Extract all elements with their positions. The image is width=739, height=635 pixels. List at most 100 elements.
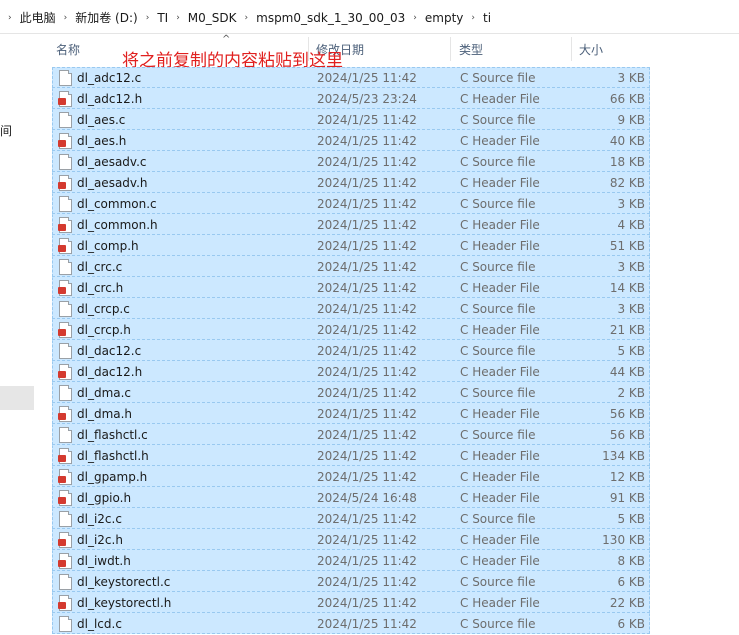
file-size: 134 KB <box>602 449 645 463</box>
c-header-file-icon <box>58 280 72 296</box>
file-name[interactable]: dl_lcd.c <box>77 617 122 631</box>
file-name[interactable]: dl_dma.h <box>77 407 132 421</box>
file-name[interactable]: dl_gpio.h <box>77 491 131 505</box>
column-divider[interactable] <box>571 37 572 61</box>
breadcrumb-item-this-pc[interactable]: 此电脑 <box>20 9 56 26</box>
file-row[interactable]: dl_lcd.c 2024/1/25 11:42 C Source file 6 KB <box>52 613 650 634</box>
file-row[interactable]: dl_comp.h 2024/1/25 11:42 C Header File 51 … <box>52 235 650 256</box>
file-name[interactable]: dl_aes.h <box>77 134 126 148</box>
column-header-size[interactable]: 大小 <box>579 41 603 58</box>
file-type: C Source file <box>460 344 536 358</box>
file-row[interactable]: dl_common.h 2024/1/25 11:42 C Header File 4… <box>52 214 650 235</box>
c-header-file-icon <box>58 448 72 464</box>
file-row[interactable]: dl_crcp.h 2024/1/25 11:42 C Header File 21 … <box>52 319 650 340</box>
file-type: C Source file <box>460 386 536 400</box>
file-row[interactable]: dl_gpio.h 2024/5/24 16:48 C Header File 91 … <box>52 487 650 508</box>
chevron-right-icon[interactable]: › <box>413 13 417 23</box>
file-name[interactable]: dl_keystorectl.h <box>77 596 171 610</box>
breadcrumb-item-m0-sdk[interactable]: M0_SDK <box>188 11 237 25</box>
c-header-file-icon <box>58 406 72 422</box>
file-row[interactable]: dl_i2c.c 2024/1/25 11:42 C Source file 5 KB <box>52 508 650 529</box>
chevron-right-icon[interactable]: › <box>8 13 12 23</box>
file-name[interactable]: dl_flashctl.c <box>77 428 148 442</box>
breadcrumb-item-ti[interactable]: ti <box>483 11 491 25</box>
file-type: C Header File <box>460 554 540 568</box>
file-name[interactable]: dl_iwdt.h <box>77 554 131 568</box>
file-type: C Source file <box>460 512 536 526</box>
address-bar[interactable]: › 此电脑 › 新加卷 (D:) › TI › M0_SDK › mspm0_s… <box>0 0 739 34</box>
file-name[interactable]: dl_comp.h <box>77 239 139 253</box>
file-name[interactable]: dl_aes.c <box>77 113 125 127</box>
c-header-file-icon <box>58 532 72 548</box>
file-name[interactable]: dl_common.h <box>77 218 158 232</box>
file-size: 82 KB <box>609 176 645 190</box>
file-type: C Source file <box>460 302 536 316</box>
breadcrumb-item-drive-d[interactable]: 新加卷 (D:) <box>75 9 137 26</box>
file-row[interactable]: dl_dma.h 2024/1/25 11:42 C Header File 56 K… <box>52 403 650 424</box>
file-name[interactable]: dl_dac12.h <box>77 365 142 379</box>
file-name[interactable]: dl_adc12.h <box>77 92 142 106</box>
breadcrumb-item-empty[interactable]: empty <box>425 11 464 25</box>
file-type: C Header File <box>460 323 540 337</box>
chevron-right-icon[interactable]: › <box>146 13 150 23</box>
breadcrumb-item-ti-root[interactable]: TI <box>157 11 168 25</box>
nav-pane-scrollbar[interactable] <box>0 386 34 410</box>
file-name[interactable]: dl_aesadv.h <box>77 176 148 190</box>
file-type: C Header File <box>460 218 540 232</box>
file-row[interactable]: dl_dac12.c 2024/1/25 11:42 C Source file 5 … <box>52 340 650 361</box>
file-row[interactable]: dl_adc12.h 2024/5/23 23:24 C Header File 66… <box>52 88 650 109</box>
column-divider[interactable] <box>450 37 451 61</box>
file-name[interactable]: dl_dac12.c <box>77 344 141 358</box>
file-row[interactable]: dl_crcp.c 2024/1/25 11:42 C Source file 3 K… <box>52 298 650 319</box>
file-list: dl_adc12.c 2024/1/25 11:42 C Source file 3 … <box>52 67 650 634</box>
file-row[interactable]: dl_adc12.c 2024/1/25 11:42 C Source file 3 … <box>52 67 650 88</box>
breadcrumb: › 此电脑 › 新加卷 (D:) › TI › M0_SDK › mspm0_s… <box>0 9 491 26</box>
file-name[interactable]: dl_adc12.c <box>77 71 141 85</box>
file-name[interactable]: dl_dma.c <box>77 386 131 400</box>
chevron-right-icon[interactable]: › <box>176 13 180 23</box>
file-type: C Source file <box>460 428 536 442</box>
breadcrumb-item-mspm0-sdk[interactable]: mspm0_sdk_1_30_00_03 <box>256 11 405 25</box>
file-row[interactable]: dl_flashctl.c 2024/1/25 11:42 C Source fil… <box>52 424 650 445</box>
c-header-file-icon <box>58 364 72 380</box>
file-row[interactable]: dl_gpamp.h 2024/1/25 11:42 C Header File 12… <box>52 466 650 487</box>
file-row[interactable]: dl_aesadv.h 2024/1/25 11:42 C Header File 8… <box>52 172 650 193</box>
file-size: 130 KB <box>602 533 645 547</box>
file-type: C Source file <box>460 71 536 85</box>
file-row[interactable]: dl_aesadv.c 2024/1/25 11:42 C Source file 1… <box>52 151 650 172</box>
file-name[interactable]: dl_i2c.h <box>77 533 123 547</box>
file-type: C Header File <box>460 449 540 463</box>
c-header-file-icon <box>58 217 72 233</box>
chevron-right-icon[interactable]: › <box>245 13 249 23</box>
file-row[interactable]: dl_aes.h 2024/1/25 11:42 C Header File 40 K… <box>52 130 650 151</box>
file-row[interactable]: dl_crc.h 2024/1/25 11:42 C Header File 14 K… <box>52 277 650 298</box>
file-row[interactable]: dl_dma.c 2024/1/25 11:42 C Source file 2 KB <box>52 382 650 403</box>
file-row[interactable]: dl_crc.c 2024/1/25 11:42 C Source file 3 KB <box>52 256 650 277</box>
nav-pane-label[interactable]: 间 <box>0 122 12 139</box>
column-header-type[interactable]: 类型 <box>459 41 483 58</box>
chevron-right-icon[interactable]: › <box>64 13 68 23</box>
file-name[interactable]: dl_crcp.c <box>77 302 130 316</box>
column-header-name[interactable]: 名称 <box>56 41 80 58</box>
file-name[interactable]: dl_flashctl.h <box>77 449 149 463</box>
file-row[interactable]: dl_keystorectl.h 2024/1/25 11:42 C Header … <box>52 592 650 613</box>
file-size: 12 KB <box>609 470 645 484</box>
file-name[interactable]: dl_keystorectl.c <box>77 575 170 589</box>
file-row[interactable]: dl_iwdt.h 2024/1/25 11:42 C Header File 8 K… <box>52 550 650 571</box>
file-name[interactable]: dl_common.c <box>77 197 157 211</box>
c-header-file-icon <box>58 133 72 149</box>
file-row[interactable]: dl_i2c.h 2024/1/25 11:42 C Header File 130 … <box>52 529 650 550</box>
file-row[interactable]: dl_flashctl.h 2024/1/25 11:42 C Header Fil… <box>52 445 650 466</box>
file-name[interactable]: dl_aesadv.c <box>77 155 147 169</box>
chevron-right-icon[interactable]: › <box>471 13 475 23</box>
file-row[interactable]: dl_keystorectl.c 2024/1/25 11:42 C Source … <box>52 571 650 592</box>
file-name[interactable]: dl_crc.h <box>77 281 123 295</box>
file-name[interactable]: dl_crcp.h <box>77 323 131 337</box>
file-name[interactable]: dl_crc.c <box>77 260 122 274</box>
file-row[interactable]: dl_dac12.h 2024/1/25 11:42 C Header File 44… <box>52 361 650 382</box>
file-row[interactable]: dl_aes.c 2024/1/25 11:42 C Source file 9 KB <box>52 109 650 130</box>
file-name[interactable]: dl_i2c.c <box>77 512 122 526</box>
file-row[interactable]: dl_common.c 2024/1/25 11:42 C Source file 3… <box>52 193 650 214</box>
c-header-file-icon <box>58 553 72 569</box>
file-name[interactable]: dl_gpamp.h <box>77 470 147 484</box>
